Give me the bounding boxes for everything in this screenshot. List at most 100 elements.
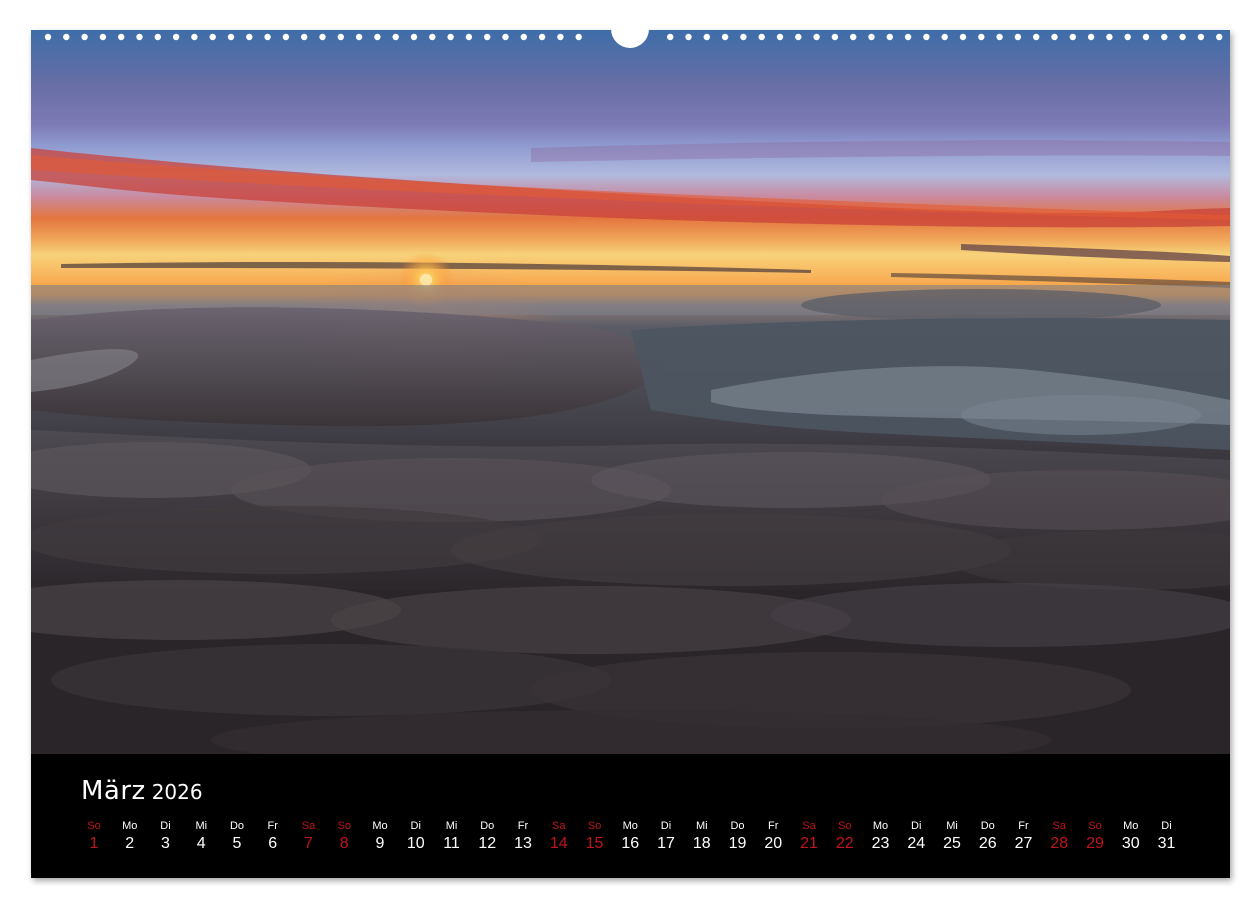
day-cell: Mo 30 — [1111, 818, 1151, 854]
day-number: 24 — [907, 835, 926, 852]
day-number: 12 — [478, 835, 497, 852]
day-cell: Sa 28 — [1039, 818, 1079, 854]
day-number: 18 — [692, 835, 711, 852]
day-abbreviation: Mi — [195, 820, 208, 832]
day-abbreviation: Mi — [445, 820, 458, 832]
photo-illustration — [31, 140, 1230, 754]
day-abbreviation: Di — [911, 820, 922, 832]
day-cell: Fr 20 — [753, 818, 793, 854]
day-number: 26 — [978, 835, 997, 852]
day-abbreviation: Di — [160, 820, 171, 832]
day-number: 9 — [375, 835, 385, 852]
day-abbreviation: Mi — [695, 820, 708, 832]
day-cell: Sa 14 — [539, 818, 579, 854]
day-cell: Do 5 — [217, 818, 257, 854]
day-cell: Fr 27 — [1004, 818, 1044, 854]
day-abbreviation: Sa — [552, 820, 566, 832]
day-abbreviation: Fr — [1018, 820, 1029, 832]
day-cell: Do 12 — [467, 818, 507, 854]
day-cell: So 8 — [324, 818, 364, 854]
day-abbreviation: Sa — [301, 820, 316, 832]
day-number: 30 — [1121, 835, 1140, 852]
day-cell: So 1 — [74, 818, 114, 854]
day-number: 6 — [268, 835, 278, 852]
day-abbreviation: Di — [410, 820, 421, 832]
day-cell: Di 24 — [896, 818, 936, 854]
day-abbreviation: Do — [730, 820, 745, 832]
day-cell: Mi 25 — [932, 818, 972, 854]
day-abbreviation: So — [838, 820, 852, 832]
day-number: 1 — [89, 835, 99, 852]
day-abbreviation: So — [1088, 820, 1102, 832]
day-abbreviation: Mo — [122, 820, 138, 832]
day-cell: Mi 18 — [682, 818, 722, 854]
day-number: 23 — [871, 835, 890, 852]
day-number: 19 — [728, 835, 747, 852]
calendar-footer: März 2026 So 1 Mo 2 Di 3 Mi 4 Do 5 Fr 6 Sa 7 So 8 Mo 9 Di 10… — [31, 754, 1230, 878]
day-cell: Do 19 — [718, 818, 758, 854]
month-name: März — [81, 776, 146, 806]
day-number: 11 — [443, 835, 460, 852]
day-cell: Mi 4 — [181, 818, 221, 854]
day-cell: Di 17 — [646, 818, 686, 854]
day-cell: Do 26 — [968, 818, 1008, 854]
day-cell: Mo 16 — [610, 818, 650, 854]
day-number: 14 — [549, 835, 568, 852]
day-cell: Mo 2 — [110, 818, 150, 854]
day-number: 3 — [161, 835, 170, 852]
day-abbreviation: Di — [660, 820, 672, 832]
day-number: 31 — [1157, 835, 1176, 852]
day-cell: Mi 11 — [432, 818, 472, 854]
day-number: 22 — [835, 835, 854, 852]
day-abbreviation: So — [337, 820, 351, 832]
day-abbreviation: Fr — [267, 820, 278, 832]
days-row: So 1 Mo 2 Di 3 Mi 4 Do 5 Fr 6 Sa 7 So 8 Mo 9 Di 10 Mi 11 Do 12 F… — [31, 818, 1230, 868]
day-number: 17 — [657, 835, 675, 852]
day-number: 13 — [514, 835, 532, 852]
day-abbreviation: Mo — [622, 820, 638, 832]
day-number: 28 — [1050, 835, 1069, 852]
day-abbreviation: Fr — [768, 820, 779, 832]
day-cell: Fr 6 — [253, 818, 293, 854]
day-abbreviation: Mo — [1123, 820, 1139, 832]
day-abbreviation: Do — [980, 820, 995, 832]
day-number: 15 — [585, 835, 604, 852]
day-cell: So 29 — [1075, 818, 1115, 854]
day-abbreviation: Mo — [372, 820, 388, 832]
day-number: 16 — [621, 835, 640, 852]
calendar-page: März 2026 So 1 Mo 2 Di 3 Mi 4 Do 5 Fr 6 Sa 7 So 8 Mo 9 Di 10… — [31, 30, 1230, 878]
day-abbreviation: Fr — [517, 820, 529, 832]
day-number: 27 — [1014, 835, 1033, 852]
day-cell: So 15 — [575, 818, 615, 854]
sunset-above-clouds-photo — [31, 30, 1230, 754]
day-number: 10 — [406, 835, 425, 852]
day-number: 2 — [125, 835, 135, 852]
day-abbreviation: Do — [480, 820, 495, 832]
day-cell: Sa 7 — [289, 818, 329, 854]
day-abbreviation: Di — [1161, 820, 1172, 832]
day-abbreviation: Sa — [802, 820, 816, 832]
day-cell: Di 10 — [396, 818, 436, 854]
month-title: März 2026 — [81, 776, 203, 806]
day-number: 20 — [764, 835, 783, 852]
day-cell: Di 3 — [146, 818, 186, 854]
day-cell: Mo 9 — [360, 818, 400, 854]
day-abbreviation: Mo — [872, 820, 889, 832]
day-number: 25 — [943, 835, 961, 852]
day-number: 5 — [232, 835, 242, 852]
day-cell: So 22 — [825, 818, 865, 854]
day-cell: Mo 23 — [861, 818, 901, 854]
day-number: 29 — [1086, 835, 1104, 852]
day-abbreviation: Sa — [1052, 820, 1066, 832]
day-cell: Sa 21 — [789, 818, 829, 854]
day-cell: Di 31 — [1147, 818, 1187, 854]
month-year: 2026 — [151, 780, 203, 804]
day-cell: Fr 13 — [503, 818, 543, 854]
day-number: 21 — [800, 835, 818, 852]
day-abbreviation: So — [87, 820, 101, 832]
day-abbreviation: So — [587, 820, 602, 832]
day-number: 7 — [304, 835, 313, 852]
day-abbreviation: Do — [229, 820, 245, 832]
day-abbreviation: Mi — [946, 820, 958, 832]
day-number: 8 — [339, 835, 349, 852]
